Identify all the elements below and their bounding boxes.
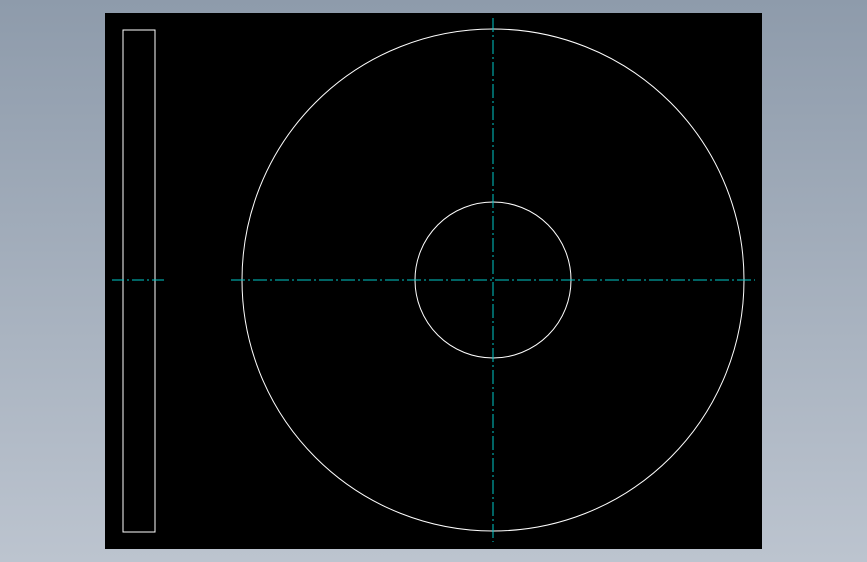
- drawing-sheet[interactable]: [105, 13, 762, 549]
- cad-drawing-viewport[interactable]: [0, 0, 867, 562]
